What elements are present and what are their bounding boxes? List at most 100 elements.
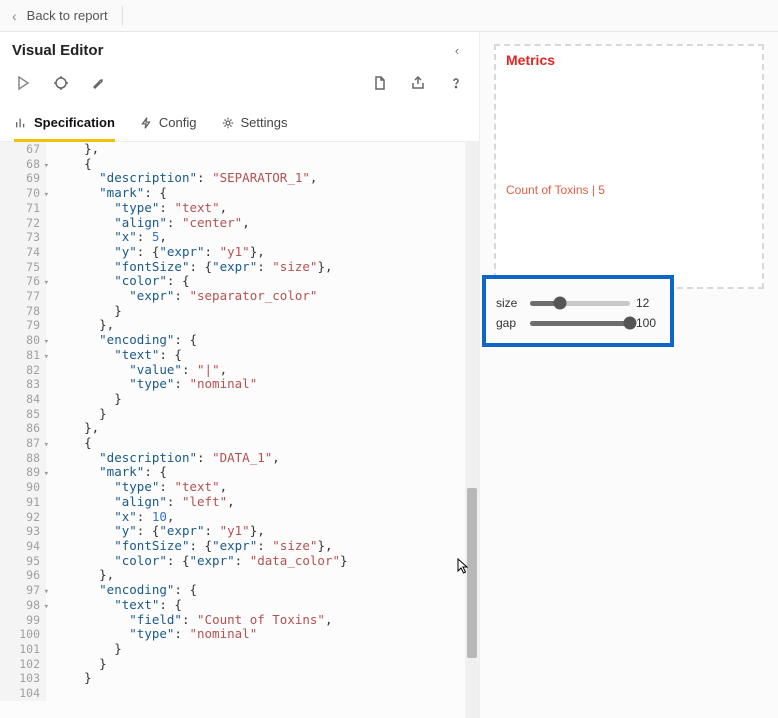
code-content[interactable]: "fontSize": {"expr": "size"}, xyxy=(46,260,333,275)
scrollbar-thumb[interactable] xyxy=(467,488,477,658)
code-line[interactable]: 78 } xyxy=(0,304,465,319)
code-line[interactable]: 75 "fontSize": {"expr": "size"}, xyxy=(0,260,465,275)
code-line[interactable]: 88 "description": "DATA_1", xyxy=(0,451,465,466)
code-line[interactable]: 101 } xyxy=(0,642,465,657)
slider-knob[interactable] xyxy=(554,297,567,310)
code-content[interactable]: "align": "center", xyxy=(46,216,250,231)
run-button[interactable] xyxy=(14,74,32,92)
code-line[interactable]: 96 }, xyxy=(0,568,465,583)
code-content[interactable]: { xyxy=(46,436,92,451)
metrics-visual[interactable]: Metrics Count of Toxins | 5 size 12 gap xyxy=(494,44,764,289)
code-line[interactable]: 86 }, xyxy=(0,421,465,436)
code-line[interactable]: 95 "color": {"expr": "data_color"} xyxy=(0,554,465,569)
code-line[interactable]: 97▾ "encoding": { xyxy=(0,583,465,598)
code-line[interactable]: 98▾ "text": { xyxy=(0,598,465,613)
code-content[interactable]: "description": "DATA_1", xyxy=(46,451,280,466)
code-content[interactable]: "fontSize": {"expr": "size"}, xyxy=(46,539,333,554)
code-content[interactable]: "y": {"expr": "y1"}, xyxy=(46,524,265,539)
code-line[interactable]: 83 "type": "nominal" xyxy=(0,377,465,392)
code-line[interactable]: 93 "y": {"expr": "y1"}, xyxy=(0,524,465,539)
code-content[interactable]: } xyxy=(46,407,107,422)
code-content[interactable]: "color": { xyxy=(46,274,189,289)
code-content[interactable]: "color": {"expr": "data_color"} xyxy=(46,554,348,569)
code-content[interactable]: "x": 10, xyxy=(46,510,174,525)
code-line[interactable]: 99 "field": "Count of Toxins", xyxy=(0,613,465,628)
code-content[interactable]: "type": "text", xyxy=(46,201,227,216)
code-content[interactable]: "expr": "separator_color" xyxy=(46,289,317,304)
gap-slider[interactable] xyxy=(530,321,630,326)
tab-config[interactable]: Config xyxy=(139,104,197,141)
parse-button[interactable] xyxy=(52,74,70,92)
code-line[interactable]: 72 "align": "center", xyxy=(0,216,465,231)
code-line[interactable]: 73 "x": 5, xyxy=(0,230,465,245)
code-line[interactable]: 89▾ "mark": { xyxy=(0,465,465,480)
tab-settings[interactable]: Settings xyxy=(221,104,288,141)
code-content[interactable]: } xyxy=(46,657,107,672)
code-line[interactable]: 80▾ "encoding": { xyxy=(0,333,465,348)
code-content[interactable]: }, xyxy=(46,568,114,583)
code-line[interactable]: 77 "expr": "separator_color" xyxy=(0,289,465,304)
code-content[interactable]: } xyxy=(46,392,122,407)
code-line[interactable]: 67 }, xyxy=(0,142,465,157)
code-content[interactable]: }, xyxy=(46,142,99,157)
code-line[interactable]: 94 "fontSize": {"expr": "size"}, xyxy=(0,539,465,554)
code-line[interactable]: 85 } xyxy=(0,407,465,422)
code-content[interactable]: "type": "nominal" xyxy=(46,377,257,392)
code-content[interactable]: }, xyxy=(46,421,99,436)
back-to-report-button[interactable]: ‹ Back to report xyxy=(12,8,108,24)
lightning-icon xyxy=(139,116,153,130)
code-line[interactable]: 87▾ { xyxy=(0,436,465,451)
code-content[interactable]: } xyxy=(46,642,122,657)
code-line[interactable]: 102 } xyxy=(0,657,465,672)
metrics-title: Metrics xyxy=(506,52,752,68)
editor-scrollbar[interactable] xyxy=(465,142,479,718)
line-number: 92 xyxy=(0,510,46,525)
code-content[interactable]: } xyxy=(46,671,92,686)
code-editor[interactable]: 67 },68▾ {69 "description": "SEPARATOR_1… xyxy=(0,142,479,718)
code-line[interactable]: 103 } xyxy=(0,671,465,686)
code-line[interactable]: 74 "y": {"expr": "y1"}, xyxy=(0,245,465,260)
code-content[interactable]: "mark": { xyxy=(46,186,167,201)
export-button[interactable] xyxy=(409,74,427,92)
tab-specification[interactable]: Specification xyxy=(14,104,115,141)
code-content[interactable]: "encoding": { xyxy=(46,583,197,598)
code-content[interactable]: "value": "|", xyxy=(46,363,227,378)
code-line[interactable]: 100 "type": "nominal" xyxy=(0,627,465,642)
code-content[interactable]: "mark": { xyxy=(46,465,167,480)
code-content[interactable]: "x": 5, xyxy=(46,230,167,245)
code-line[interactable]: 82 "value": "|", xyxy=(0,363,465,378)
code-content[interactable]: "text": { xyxy=(46,348,182,363)
code-line[interactable]: 84 } xyxy=(0,392,465,407)
help-button[interactable] xyxy=(447,74,465,92)
code-content[interactable] xyxy=(46,686,54,701)
code-line[interactable]: 104 xyxy=(0,686,465,701)
code-line[interactable]: 79 }, xyxy=(0,318,465,333)
line-number: 68▾ xyxy=(0,157,46,172)
code-line[interactable]: 92 "x": 10, xyxy=(0,510,465,525)
code-content[interactable]: { xyxy=(46,157,92,172)
code-content[interactable]: }, xyxy=(46,318,114,333)
code-content[interactable]: "type": "nominal" xyxy=(46,627,257,642)
slider-knob[interactable] xyxy=(624,317,637,330)
code-line[interactable]: 90 "type": "text", xyxy=(0,480,465,495)
code-content[interactable]: "text": { xyxy=(46,598,182,613)
code-content[interactable]: "description": "SEPARATOR_1", xyxy=(46,171,317,186)
code-line[interactable]: 71 "type": "text", xyxy=(0,201,465,216)
collapse-panel-button[interactable]: ‹ xyxy=(447,40,467,60)
code-line[interactable]: 81▾ "text": { xyxy=(0,348,465,363)
size-slider[interactable] xyxy=(530,301,630,306)
code-line[interactable]: 68▾ { xyxy=(0,157,465,172)
new-spec-button[interactable] xyxy=(371,74,389,92)
code-line[interactable]: 69 "description": "SEPARATOR_1", xyxy=(0,171,465,186)
code-content[interactable]: } xyxy=(46,304,122,319)
code-content[interactable]: "encoding": { xyxy=(46,333,197,348)
line-number: 74 xyxy=(0,245,46,260)
code-content[interactable]: "y": {"expr": "y1"}, xyxy=(46,245,265,260)
code-line[interactable]: 70▾ "mark": { xyxy=(0,186,465,201)
fix-button[interactable] xyxy=(90,74,108,92)
code-line[interactable]: 76▾ "color": { xyxy=(0,274,465,289)
code-content[interactable]: "type": "text", xyxy=(46,480,227,495)
code-content[interactable]: "field": "Count of Toxins", xyxy=(46,613,332,628)
code-content[interactable]: "align": "left", xyxy=(46,495,235,510)
code-line[interactable]: 91 "align": "left", xyxy=(0,495,465,510)
